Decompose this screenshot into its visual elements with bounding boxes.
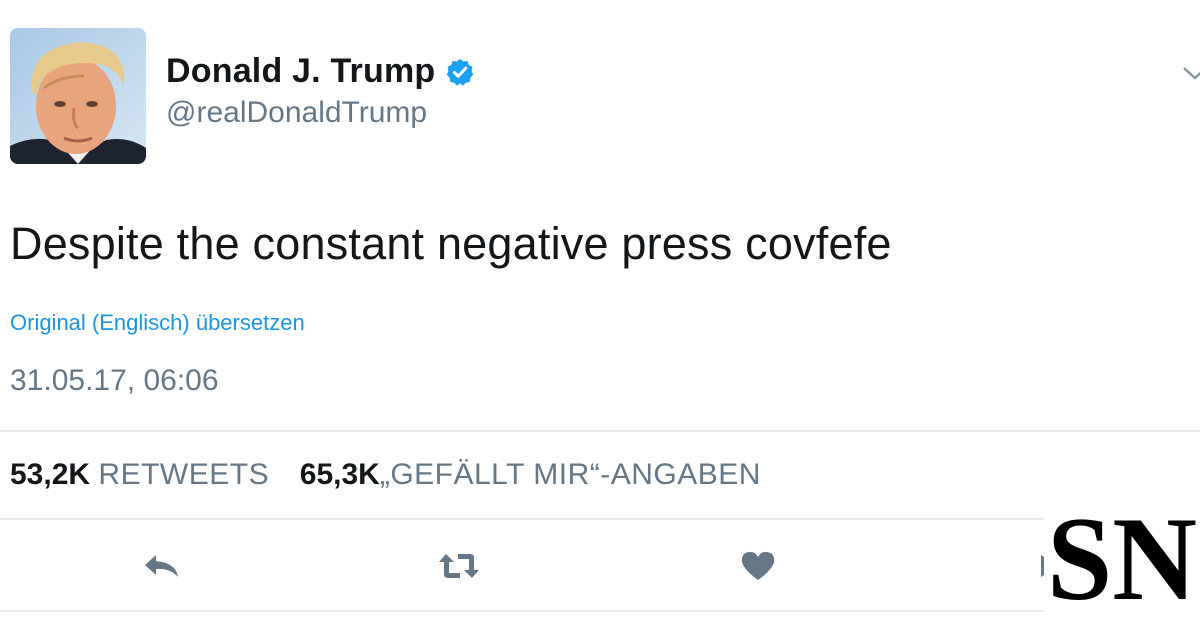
- chevron-down-icon[interactable]: [1182, 64, 1200, 84]
- tweet-text: Despite the constant negative press covf…: [10, 218, 892, 269]
- tweet-screenshot: Donald J. Trump @realDonaldTrump Despite…: [0, 0, 1200, 630]
- tweet-stats: 53,2K RETWEETS 65,3K„GEFÄLLT MIR“-ANGABE…: [10, 458, 761, 492]
- divider: [0, 518, 1200, 520]
- publisher-logo: SN: [1044, 496, 1200, 614]
- divider: [0, 430, 1200, 432]
- author-display-name[interactable]: Donald J. Trump: [166, 52, 435, 91]
- tweet-actions: [0, 540, 1200, 596]
- tweet-timestamp[interactable]: 31.05.17, 06:06: [10, 364, 219, 398]
- avatar[interactable]: [10, 28, 146, 164]
- likes-stat[interactable]: 65,3K„GEFÄLLT MIR“-ANGABEN: [300, 458, 761, 491]
- retweet-button[interactable]: [437, 548, 481, 588]
- retweets-label: RETWEETS: [98, 458, 270, 491]
- likes-label: „GEFÄLLT MIR“-ANGABEN: [379, 458, 761, 491]
- retweets-stat[interactable]: 53,2K RETWEETS: [10, 458, 269, 491]
- translate-link[interactable]: Original (Englisch) übersetzen: [10, 310, 305, 336]
- like-button[interactable]: [736, 548, 780, 588]
- retweet-icon: [436, 551, 482, 586]
- reply-icon: [142, 551, 182, 586]
- logo-text: SN: [1047, 499, 1197, 611]
- divider: [0, 610, 1200, 612]
- author-name-row: Donald J. Trump: [166, 52, 475, 91]
- author-handle[interactable]: @realDonaldTrump: [166, 96, 427, 130]
- verified-badge-icon: [445, 57, 475, 87]
- likes-count: 65,3K: [299, 458, 380, 491]
- retweets-count: 53,2K: [10, 458, 91, 491]
- reply-button[interactable]: [140, 548, 184, 588]
- heart-icon: [740, 550, 776, 587]
